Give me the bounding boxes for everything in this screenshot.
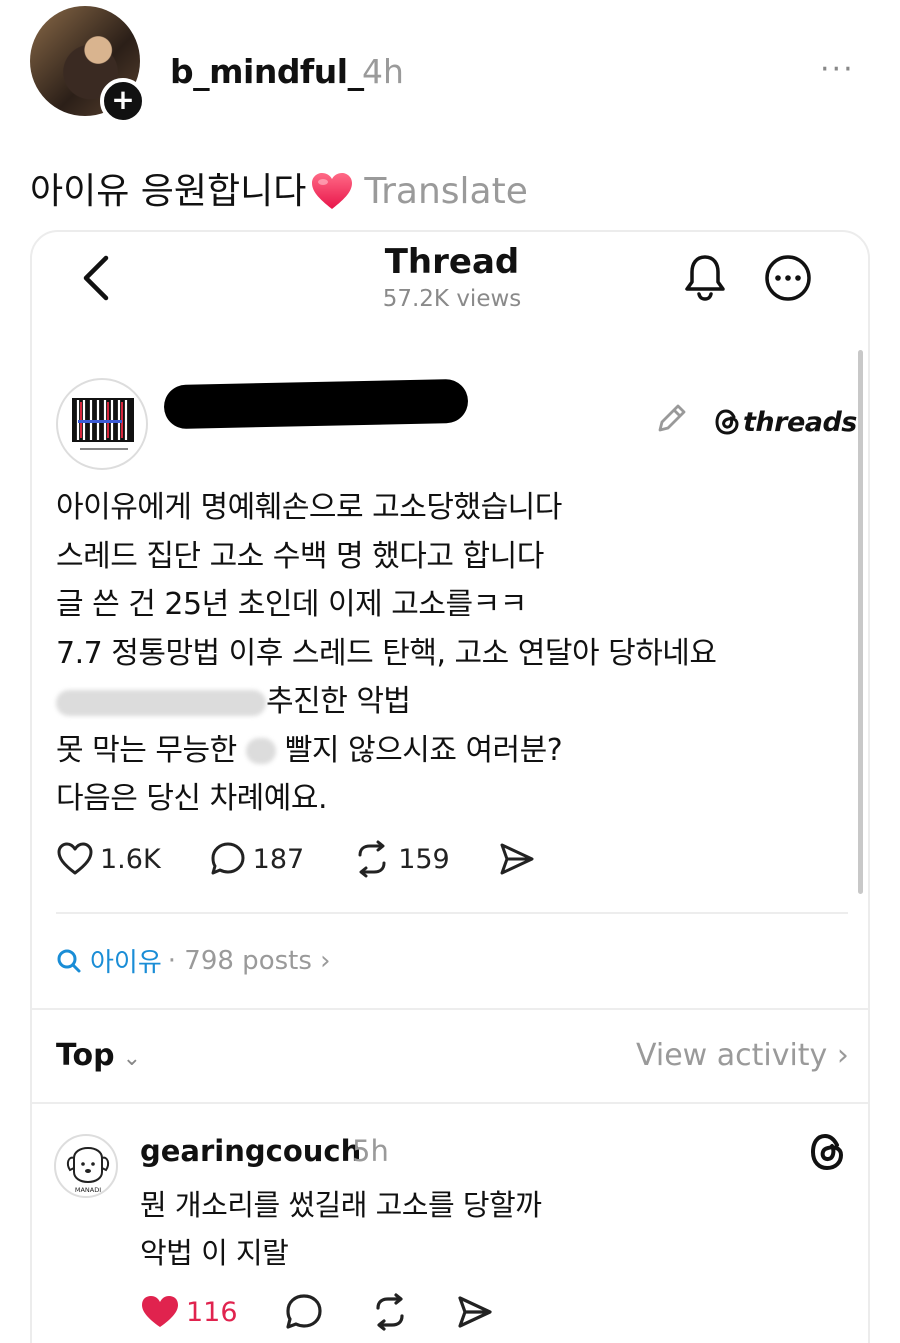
body-line: 추진한 악법 [56, 678, 717, 727]
repost-count: 159 [398, 843, 450, 875]
follow-plus-icon[interactable]: + [100, 78, 146, 124]
post-username[interactable]: b_mindful_ [170, 52, 364, 91]
author-avatar[interactable] [56, 378, 148, 470]
body-line-text: 못 막는 무능한 [56, 732, 237, 768]
pencil-icon[interactable] [654, 400, 690, 436]
comment-count: 187 [252, 843, 305, 875]
like-button[interactable]: 1.6K [56, 841, 161, 877]
post-caption: 아이유 응원합니다 Translate [30, 162, 528, 214]
heart-filled-icon[interactable] [140, 1294, 180, 1330]
repost-icon [358, 840, 386, 878]
post-body: 아이유에게 명예훼손으로 고소당했습니다 스레드 집단 고소 수백 명 했다고 … [56, 484, 717, 824]
view-activity-link[interactable]: View activity › [636, 1038, 849, 1073]
blurred-text [245, 738, 276, 764]
more-options-icon[interactable]: ··· [820, 52, 855, 87]
body-line: 못 막는 무능한 빨지 않으시죠 여러분? [56, 727, 717, 776]
scrollbar[interactable] [858, 350, 863, 894]
topic-tag[interactable]: 아이유 [90, 942, 162, 979]
dog-avatar-icon: MANADI [66, 1146, 110, 1194]
reply-time: 5h [352, 1134, 389, 1168]
topic-search-link[interactable]: 아이유 · 798 posts › [56, 942, 331, 979]
svg-text:MANADI: MANADI [75, 1186, 101, 1194]
body-line: 스레드 집단 고소 수백 명 했다고 합니다 [56, 538, 544, 574]
threads-logo-icon [715, 409, 739, 435]
divider [32, 1102, 868, 1104]
chevron-down-icon: ⌄ [122, 1046, 142, 1071]
repost-button[interactable]: 159 [352, 840, 450, 878]
divider [56, 912, 848, 914]
comment-button[interactable]: 187 [209, 840, 305, 878]
post-time: 4h [362, 52, 404, 91]
sort-label: Top [56, 1038, 115, 1073]
body-line-text: 추진한 악법 [266, 684, 411, 719]
send-icon[interactable] [456, 1294, 494, 1330]
body-line: 7.7 정통망법 이후 스레드 탄핵, 고소 연달아 당하네요 [56, 635, 717, 671]
topic-post-count: · 798 posts › [167, 945, 331, 976]
reply-avatar[interactable]: MANADI [54, 1134, 118, 1198]
send-icon [500, 843, 534, 875]
share-button[interactable] [498, 841, 542, 877]
caption-text: 아이유 응원합니다 [30, 171, 307, 212]
sort-dropdown[interactable]: Top ⌄ [56, 1038, 141, 1073]
search-icon [57, 949, 81, 972]
comment-icon[interactable] [284, 1292, 324, 1332]
more-circle-icon[interactable] [764, 254, 812, 302]
reply-like-count: 116 [186, 1296, 238, 1328]
body-line: 아이유에게 명예훼손으로 고소당했습니다 [56, 490, 562, 525]
redacted-username [163, 378, 469, 430]
body-line: 다음은 당신 차례예요. [56, 781, 328, 816]
comment-icon [211, 842, 245, 875]
reply-text: 뭔 개소리를 썼길래 고소를 당할까 [140, 1188, 542, 1222]
body-line: 글 쓴 건 25년 초인데 이제 고소를ㅋㅋ [56, 587, 527, 622]
threads-wordmark: threads [743, 406, 857, 438]
divider [32, 1008, 868, 1010]
embedded-screenshot: Thread 57.2K views threads 아이유에게 명예훼손으로 … [30, 230, 870, 1343]
post-actions: 1.6K 187 159 [56, 840, 590, 878]
repost-icon[interactable] [370, 1293, 410, 1331]
reply-actions: 116 [140, 1292, 494, 1332]
threads-logo-icon[interactable] [808, 1132, 846, 1172]
translate-link[interactable]: Translate [364, 171, 527, 212]
view-count: 57.2K views [382, 286, 522, 312]
heart-emoji-icon [312, 173, 353, 209]
body-line-text: 빨지 않으시죠 여러분? [284, 732, 563, 768]
like-count: 1.6K [100, 843, 161, 875]
threads-brand: threads [714, 402, 857, 442]
author-logo-icon [72, 398, 134, 450]
reply-username[interactable]: gearingcouch [140, 1134, 361, 1168]
blurred-text [56, 689, 266, 716]
page-title: Thread [384, 242, 520, 282]
reply-text: 악법 이 지랄 [140, 1236, 289, 1270]
heart-outline-icon [57, 842, 93, 875]
bell-icon[interactable] [682, 252, 728, 302]
